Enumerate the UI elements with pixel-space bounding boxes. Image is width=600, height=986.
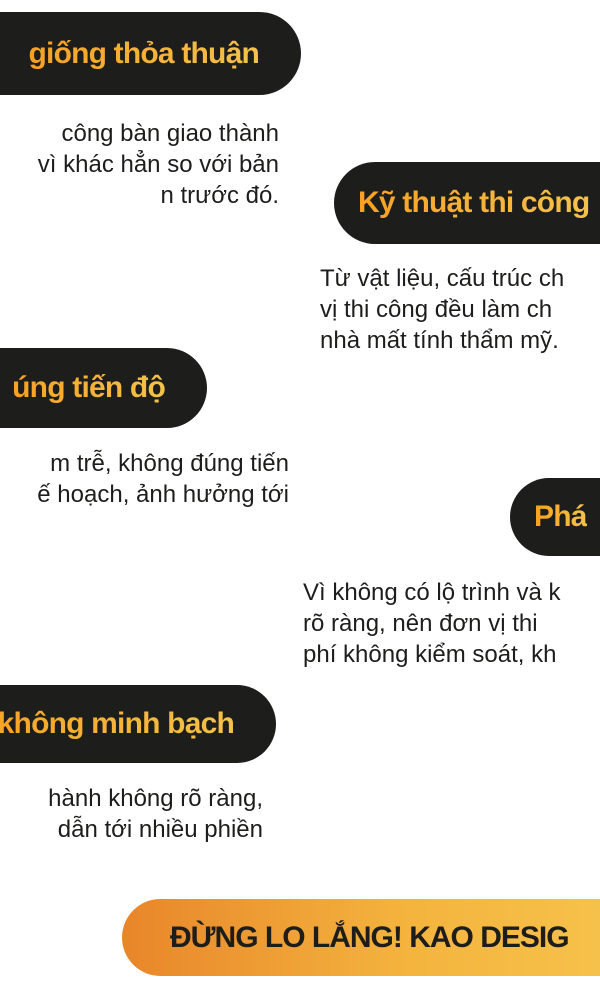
item-title-pill: Phá [510,478,600,556]
item-description: Từ vật liệu, cấu trúc ch vị thi công đều… [320,265,565,354]
item-description: m trễ, không đúng tiến ế hoạch, ảnh hưởn… [37,450,289,508]
item-title: úng tiến độ [12,371,166,404]
item-title-pill: giống thỏa thuận [0,12,301,95]
item-title: h không minh bạch [0,707,235,741]
item-description: hành không rõ ràng, dẫn tới nhiều phiền [48,785,263,843]
item-title-pill: Kỹ thuật thi công [334,162,600,244]
cta-text: ĐỪNG LO LẮNG! KAO DESIG [170,920,570,954]
item-description: công bàn giao thành vì khác hẳn so với b… [37,120,279,209]
item-title-pill: úng tiến độ [0,348,207,428]
page: giống thỏa thuận công bàn giao thành vì … [0,0,600,986]
item-title: Kỹ thuật thi công [358,186,590,219]
item-description: Vì không có lộ trình và k rõ ràng, nên đ… [303,579,561,668]
cta-banner[interactable]: ĐỪNG LO LẮNG! KAO DESIG [122,899,600,976]
item-title: Phá [534,500,587,533]
item-title: giống thỏa thuận [28,36,260,70]
item-title-pill: h không minh bạch [0,685,276,763]
